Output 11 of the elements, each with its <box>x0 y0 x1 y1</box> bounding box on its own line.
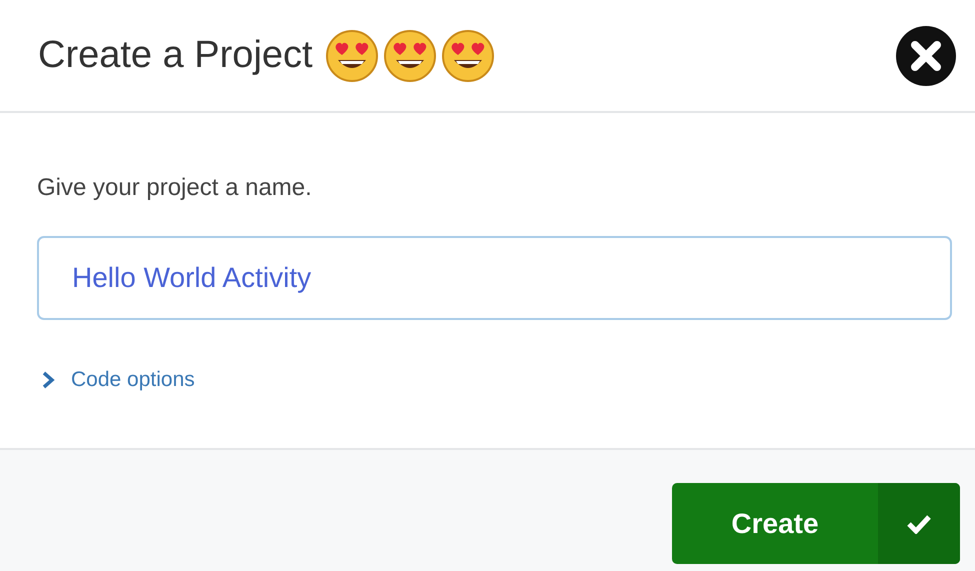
heart-eyes-emoji-icon <box>440 28 495 82</box>
check-icon <box>906 514 932 534</box>
heart-eyes-emoji-icon <box>324 28 379 82</box>
dialog-title: Create a Project <box>38 32 313 78</box>
chevron-icon <box>41 370 55 389</box>
name-field[interactable]: Hello World Activity <box>37 236 952 320</box>
close-icon[interactable] <box>895 24 957 86</box>
heart-eyes-emoji-icon <box>382 28 437 82</box>
create-button[interactable]: Create <box>672 483 960 564</box>
code-options-link[interactable]: Code options <box>41 364 195 396</box>
field-label: Give your project a name. <box>37 173 313 203</box>
